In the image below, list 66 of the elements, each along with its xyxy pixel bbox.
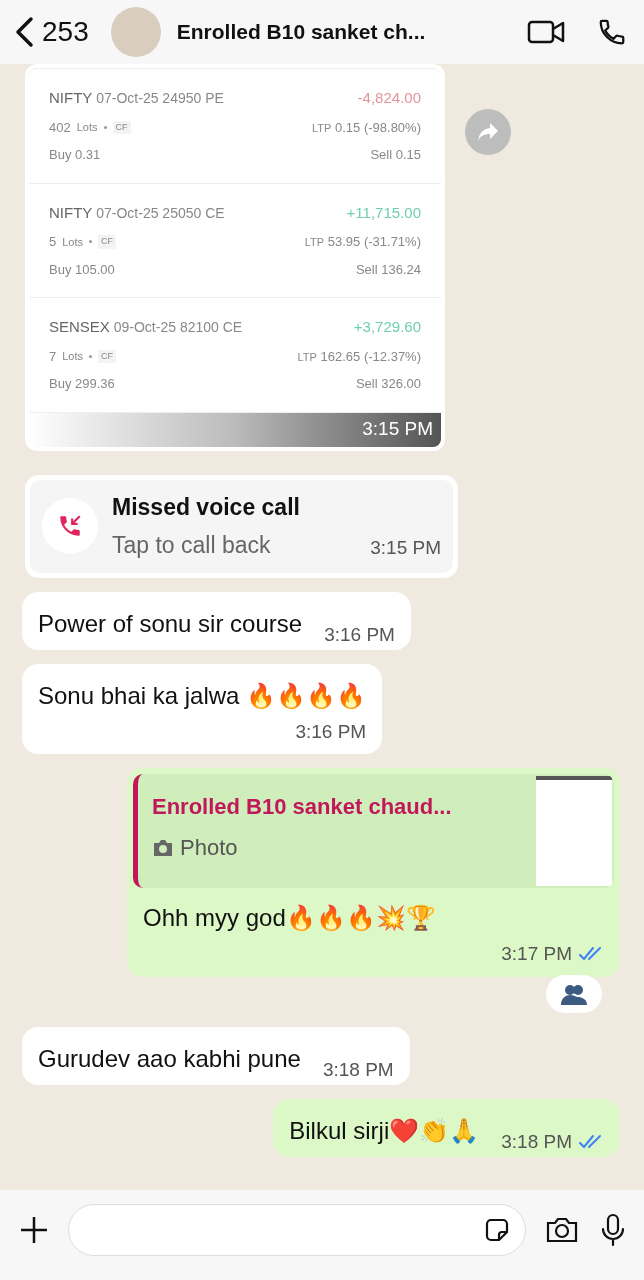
missed-call-card[interactable]: Missed voice call Tap to call back 3:15 PM xyxy=(25,474,458,578)
call-title: Missed voice call xyxy=(112,492,301,522)
sticker-icon[interactable] xyxy=(483,1216,511,1244)
dot-separator xyxy=(103,125,107,129)
reply-quote[interactable]: Enrolled B10 sanket chaud... Photo xyxy=(133,774,614,888)
message-text: Power of sonu sir course xyxy=(38,608,303,639)
dot-separator xyxy=(89,354,93,358)
camera-icon xyxy=(545,1216,579,1244)
received-message-bubble[interactable]: Sonu bhai ka jalwa 🔥🔥🔥🔥 3:16 PM xyxy=(22,663,383,754)
back-button[interactable]: 253 xyxy=(14,11,89,53)
contract-name: NIFTY 07-Oct-25 24950 PE xyxy=(49,88,224,108)
phone-icon xyxy=(597,17,627,47)
cf-tag: CF xyxy=(98,235,117,249)
people-icon xyxy=(559,982,589,1005)
video-camera-icon xyxy=(527,19,565,45)
buy-price: Buy 299.36 xyxy=(49,375,115,393)
message-input-field[interactable] xyxy=(68,1204,526,1256)
message-time: 3:16 PM xyxy=(295,719,367,744)
message-time: 3:15 PM xyxy=(370,536,441,560)
reaction-pill[interactable] xyxy=(546,974,602,1013)
sell-price: Sell 326.00 xyxy=(355,375,421,393)
message-text: Ohh myy god🔥🔥🔥💥🏆 xyxy=(143,903,437,933)
lots-label: Lots xyxy=(62,234,84,250)
sell-price: Sell 0.15 xyxy=(370,146,421,164)
message-text: Sonu bhai ka jalwa 🔥🔥🔥🔥 xyxy=(38,680,367,711)
message-text: Bilkul sirji❤👏🙏 xyxy=(289,1115,480,1146)
plus-icon xyxy=(19,1215,49,1245)
ltp-value: LTP 162.65 (-12.37%) xyxy=(297,347,421,366)
received-message-bubble[interactable]: Power of sonu sir course 3:16 PM xyxy=(22,591,411,650)
reply-author: Enrolled B10 sanket chaud... xyxy=(152,793,453,821)
pnl-value: +11,715.00 xyxy=(346,202,421,223)
lots-label: Lots xyxy=(76,120,98,135)
message-time: 3:15 PM xyxy=(362,417,433,442)
contract-name: NIFTY 07-Oct-25 25050 CE xyxy=(49,202,225,223)
lots-count: 5 xyxy=(49,233,57,251)
dot-separator xyxy=(89,240,93,244)
ltp-value: LTP 0.15 (-98.80%) xyxy=(312,118,421,137)
sent-message-bubble[interactable]: Bilkul sirji❤👏🙏 3:18 PM xyxy=(273,1098,620,1157)
message-time: 3:18 PM xyxy=(501,1130,572,1154)
reply-label: Photo xyxy=(180,834,238,862)
trade-screenshot[interactable] xyxy=(25,64,445,451)
pnl-value: -4,824.00 xyxy=(357,88,421,108)
buy-price: Buy 0.31 xyxy=(49,146,101,164)
message-time: 3:17 PM xyxy=(501,942,572,966)
contract-name: SENSEX 09-Oct-25 82100 CE xyxy=(49,317,243,337)
call-subtitle: Tap to call back xyxy=(112,531,271,560)
lots-count: 402 xyxy=(49,118,71,137)
unread-count: 253 xyxy=(42,15,89,49)
lots-label: Lots xyxy=(62,349,84,364)
cf-tag: CF xyxy=(112,120,131,134)
received-message-bubble[interactable]: Gurudev aao kabhi pune 3:18 PM xyxy=(22,1026,410,1085)
cf-tag: CF xyxy=(98,349,117,363)
pnl-value: +3,729.60 xyxy=(353,317,421,337)
chat-title[interactable]: Enrolled B10 sanket ch... xyxy=(176,16,516,48)
sent-message-bubble[interactable]: Enrolled B10 sanket chaud... Photo Ohh myy god🔥🔥🔥💥🏆 3:17 PM xyxy=(127,768,620,977)
camera-icon xyxy=(152,838,174,857)
forward-icon xyxy=(477,122,499,142)
message-time: 3:18 PM xyxy=(322,1058,394,1082)
microphone-icon xyxy=(601,1213,625,1247)
sell-price: Sell 136.24 xyxy=(355,260,421,279)
lots-count: 7 xyxy=(49,347,57,366)
message-text: Gurudev aao kabhi pune xyxy=(38,1043,301,1074)
message-time: 3:16 PM xyxy=(324,623,395,647)
buy-price: Buy 105.00 xyxy=(49,260,115,279)
back-chevron-icon xyxy=(14,16,34,48)
ltp-value: LTP 53.95 (-31.71%) xyxy=(304,233,421,251)
